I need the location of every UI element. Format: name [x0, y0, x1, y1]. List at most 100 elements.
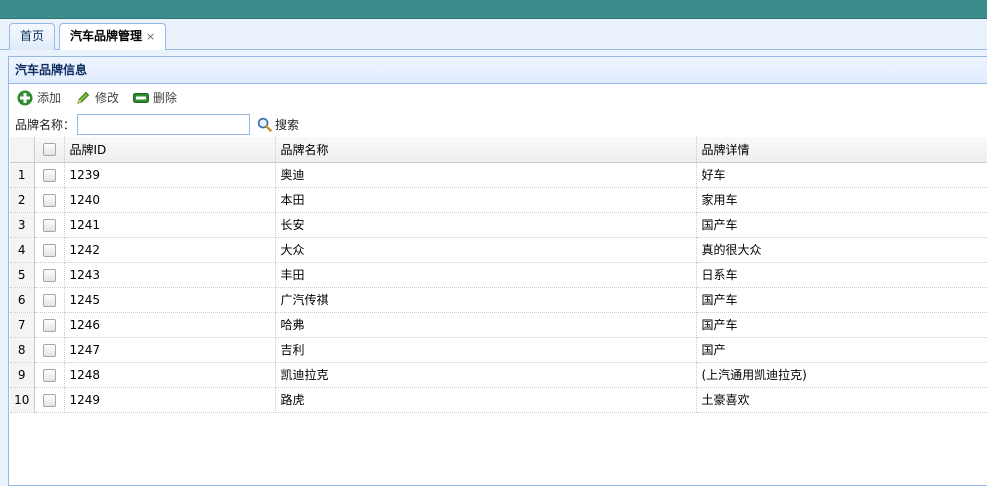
tab-home-label: 首页: [20, 29, 45, 43]
tab-home[interactable]: 首页: [9, 23, 56, 50]
row-number: 3: [10, 212, 35, 238]
row-number: 4: [10, 237, 35, 263]
delete-button-label: 删除: [153, 91, 178, 105]
search-icon: [257, 117, 272, 132]
table-header-row: 品牌ID 品牌名称 品牌详情: [10, 137, 987, 163]
row-checkbox[interactable]: [42, 193, 56, 207]
row-checkbox-cell: [34, 337, 65, 363]
row-checkbox[interactable]: [42, 393, 56, 407]
cell-brand-id: 1243: [64, 262, 276, 288]
add-icon: [17, 90, 33, 105]
table-row[interactable]: 6 1245 广汽传祺 国产车: [10, 287, 987, 313]
select-all-checkbox-cell: [34, 137, 65, 163]
tab-car-brand-management[interactable]: 汽车品牌管理 ×: [59, 23, 167, 51]
table-row[interactable]: 9 1248 凯迪拉克 (上汽通用凯迪拉克): [10, 362, 987, 388]
tab-car-brand-label: 汽车品牌管理: [70, 29, 143, 43]
cell-brand-id: 1240: [64, 187, 276, 213]
pencil-icon: [77, 91, 90, 104]
search-button[interactable]: 搜索: [257, 116, 299, 133]
row-checkbox[interactable]: [42, 293, 56, 307]
row-checkbox-cell: [34, 237, 65, 263]
column-header-brand-detail[interactable]: 品牌详情: [696, 137, 987, 163]
tab-strip: 首页 汽车品牌管理 ×: [0, 19, 987, 51]
search-field-label: 品牌名称：: [15, 117, 76, 132]
cell-brand-id: 1249: [64, 387, 276, 413]
cell-brand-id: 1247: [64, 337, 276, 363]
row-checkbox-cell: [34, 387, 65, 413]
row-number: 2: [10, 187, 35, 213]
brand-panel: 汽车品牌信息 添加 修改 删除 品牌名称： 搜索 品牌ID 品牌名称 品牌详情 …: [8, 56, 987, 486]
cell-brand-detail: 真的很大众: [696, 237, 987, 263]
add-button[interactable]: 添加: [17, 89, 61, 106]
cell-brand-id: 1248: [64, 362, 276, 388]
cell-brand-name: 大众: [275, 237, 697, 263]
table-row[interactable]: 10 1249 路虎 土豪喜欢: [10, 387, 987, 413]
row-checkbox-cell: [34, 312, 65, 338]
cell-brand-name: 哈弗: [275, 312, 697, 338]
cell-brand-detail: 国产: [696, 337, 987, 363]
row-number: 8: [10, 337, 35, 363]
select-all-checkbox[interactable]: [42, 143, 56, 157]
row-number: 1: [10, 162, 35, 188]
cell-brand-id: 1239: [64, 162, 276, 188]
cell-brand-name: 丰田: [275, 262, 697, 288]
add-button-label: 添加: [37, 91, 62, 105]
edit-button-label: 修改: [95, 91, 120, 105]
cell-brand-detail: (上汽通用凯迪拉克): [696, 362, 987, 388]
row-number: 7: [10, 312, 35, 338]
minus-icon: [133, 92, 150, 103]
row-checkbox[interactable]: [42, 318, 56, 332]
rownum-header: [10, 137, 35, 163]
cell-brand-detail: 国产车: [696, 212, 987, 238]
search-bar: 品牌名称： 搜索: [9, 112, 987, 136]
cell-brand-name: 吉利: [275, 337, 697, 363]
cell-brand-name: 广汽传祺: [275, 287, 697, 313]
table-row[interactable]: 7 1246 哈弗 国产车: [10, 312, 987, 338]
cell-brand-name: 长安: [275, 212, 697, 238]
search-button-label: 搜索: [275, 117, 300, 132]
row-checkbox[interactable]: [42, 243, 56, 257]
table-row[interactable]: 1 1239 奥迪 好车: [10, 162, 987, 188]
row-checkbox[interactable]: [42, 343, 56, 357]
column-header-brand-id[interactable]: 品牌ID: [64, 137, 276, 163]
content-area: 汽车品牌信息 添加 修改 删除 品牌名称： 搜索 品牌ID 品牌名称 品牌详情 …: [0, 50, 987, 486]
row-checkbox-cell: [34, 212, 65, 238]
table-row[interactable]: 5 1243 丰田 日系车: [10, 262, 987, 288]
cell-brand-detail: 家用车: [696, 187, 987, 213]
row-checkbox-cell: [34, 187, 65, 213]
cell-brand-detail: 日系车: [696, 262, 987, 288]
cell-brand-name: 路虎: [275, 387, 697, 413]
row-number: 6: [10, 287, 35, 313]
table-row[interactable]: 8 1247 吉利 国产: [10, 337, 987, 363]
cell-brand-detail: 好车: [696, 162, 987, 188]
brand-datagrid: 品牌ID 品牌名称 品牌详情 1 1239 奥迪 好车 2 1240 本田 家用车 3 1241 长…: [10, 137, 987, 413]
row-checkbox[interactable]: [42, 268, 56, 282]
edit-button[interactable]: 修改: [75, 89, 119, 106]
cell-brand-name: 奥迪: [275, 162, 697, 188]
brand-name-search-input[interactable]: [77, 113, 251, 135]
top-banner: [0, 0, 987, 19]
row-checkbox-cell: [34, 162, 65, 188]
table-row[interactable]: 2 1240 本田 家用车: [10, 187, 987, 213]
cell-brand-name: 本田: [275, 187, 697, 213]
cell-brand-id: 1246: [64, 312, 276, 338]
column-header-brand-name[interactable]: 品牌名称: [275, 137, 697, 163]
row-checkbox[interactable]: [42, 168, 56, 182]
row-checkbox-cell: [34, 287, 65, 313]
tab-close-icon[interactable]: ×: [146, 30, 155, 43]
cell-brand-name: 凯迪拉克: [275, 362, 697, 388]
row-checkbox[interactable]: [42, 368, 56, 382]
row-number: 9: [10, 362, 35, 388]
row-number: 10: [10, 387, 35, 413]
delete-button[interactable]: 删除: [133, 89, 177, 106]
table-row[interactable]: 4 1242 大众 真的很大众: [10, 237, 987, 263]
cell-brand-detail: 国产车: [696, 287, 987, 313]
cell-brand-detail: 国产车: [696, 312, 987, 338]
row-number: 5: [10, 262, 35, 288]
cell-brand-id: 1241: [64, 212, 276, 238]
table-row[interactable]: 3 1241 长安 国产车: [10, 212, 987, 238]
row-checkbox[interactable]: [42, 218, 56, 232]
panel-title: 汽车品牌信息: [9, 57, 987, 84]
cell-brand-id: 1245: [64, 287, 276, 313]
toolbar: 添加 修改 删除: [9, 85, 987, 110]
